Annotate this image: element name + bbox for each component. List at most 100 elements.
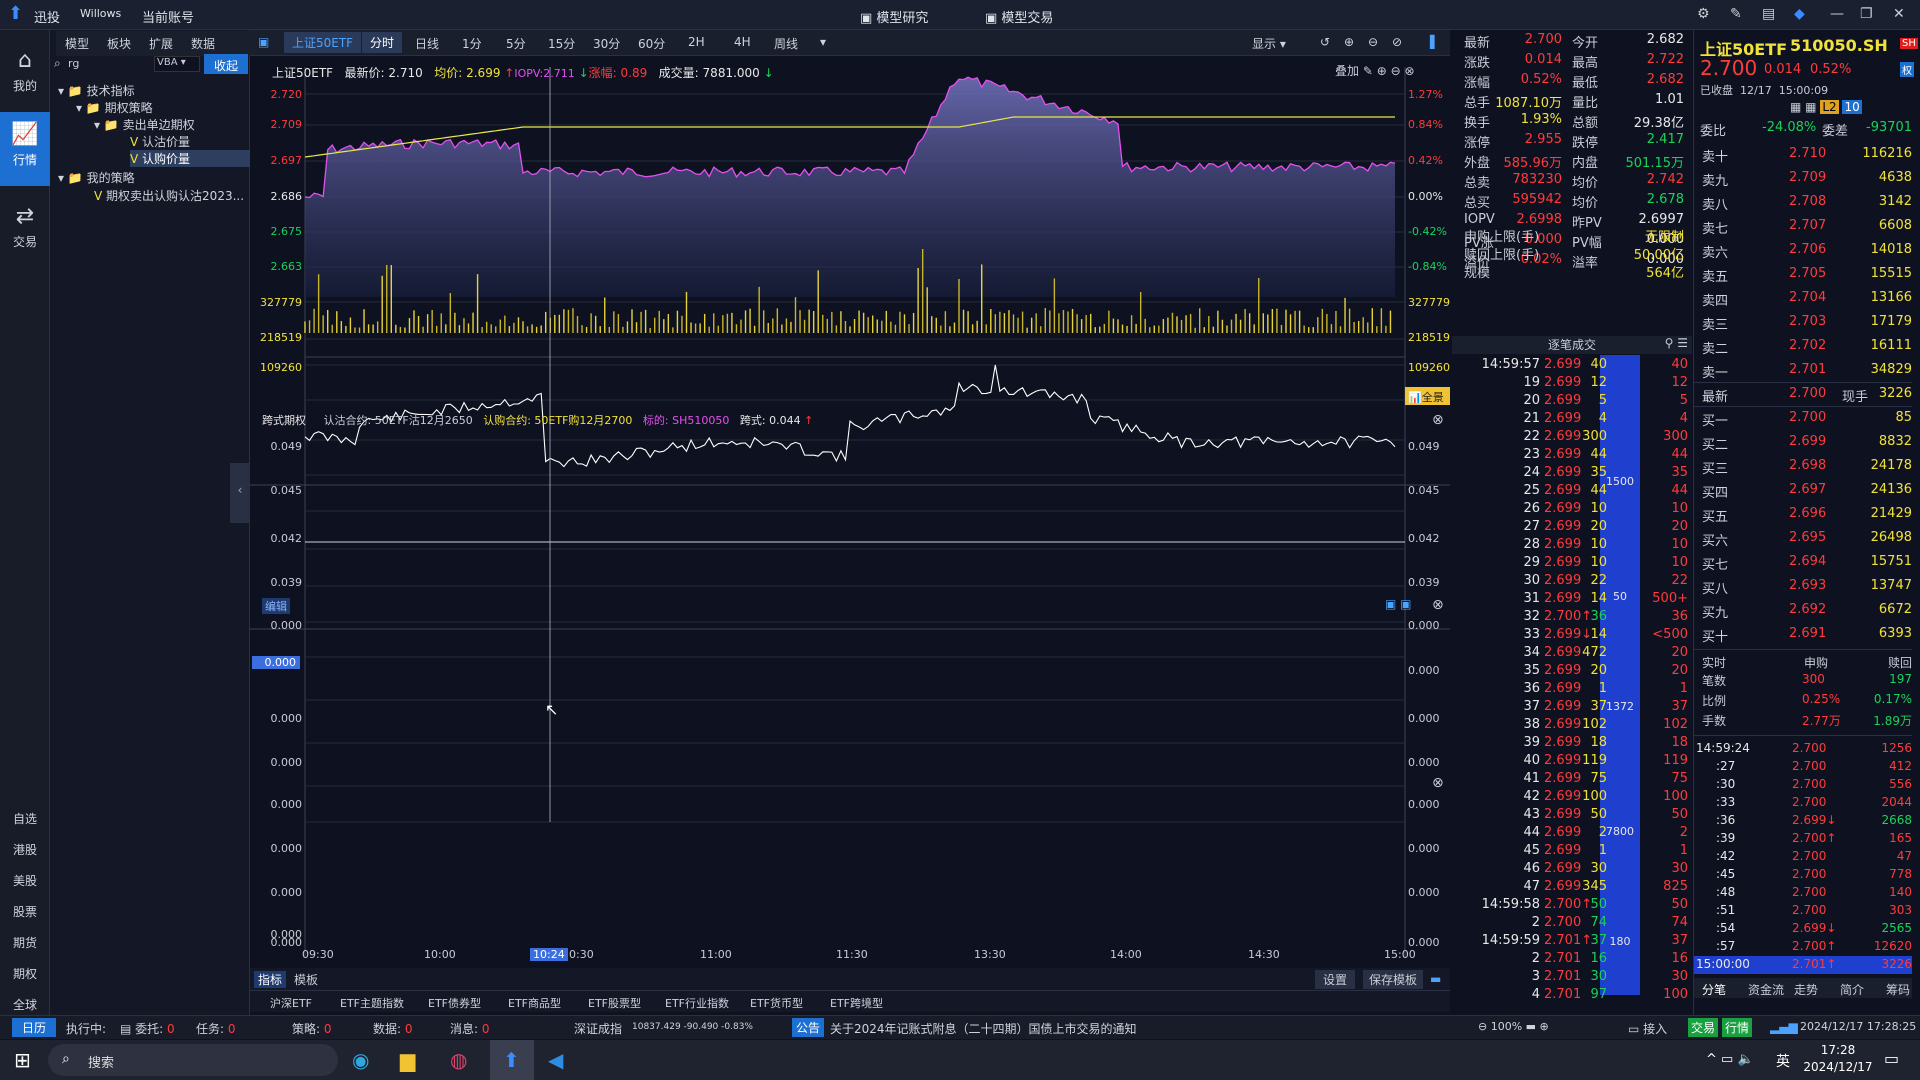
quote-tab[interactable]: 分笔: [1702, 981, 1726, 998]
notice-text[interactable]: 关于2024年记账式附息（二十四期）国债上市交易的通知: [830, 1020, 1137, 1037]
weituo-status[interactable]: ▤ 委托: 0: [120, 1020, 175, 1037]
quote-tools-icon[interactable]: ▦ ▦ L2 10: [1790, 100, 1862, 114]
tab-model-research[interactable]: ▣ 模型研究: [860, 7, 928, 26]
bid-row[interactable]: 买四 2.697 24136: [1694, 478, 1912, 502]
period-2h[interactable]: 2H: [688, 35, 705, 49]
reset-icon[interactable]: ⊘: [1392, 35, 1402, 49]
user-name[interactable]: Willows: [80, 7, 121, 20]
quote-tab[interactable]: 走势: [1794, 981, 1818, 998]
ask-row[interactable]: 卖十 2.710 116216: [1694, 142, 1912, 166]
ask-row[interactable]: 卖六 2.706 14018: [1694, 238, 1912, 262]
ask-row[interactable]: 卖九 2.709 4638: [1694, 166, 1912, 190]
etf-tab[interactable]: ETF跨境型: [830, 995, 883, 1011]
bid-row[interactable]: 买一 2.700 85: [1694, 406, 1912, 430]
folder-icon[interactable]: ▆: [400, 1048, 415, 1072]
collapse-button[interactable]: 收起: [204, 54, 248, 74]
ask-row[interactable]: 卖一 2.701 34829: [1694, 358, 1912, 382]
tray-icons[interactable]: ^ ▭ 🔈: [1706, 1052, 1754, 1067]
bid-row[interactable]: 买七 2.694 15751: [1694, 550, 1912, 574]
ime-indicator[interactable]: 英: [1776, 1051, 1790, 1071]
connect-status[interactable]: ▭ 接入: [1628, 1020, 1667, 1037]
bid-row[interactable]: 买十 2.691 6393: [1694, 622, 1912, 646]
tree-node-my-strategy-1[interactable]: V 期权卖出认购认沽2023...: [94, 187, 244, 204]
period-1m[interactable]: 1分: [462, 35, 482, 52]
quote-tab[interactable]: 资金流: [1748, 981, 1784, 998]
tab-indicator[interactable]: 指标: [254, 971, 287, 988]
panel-tools-icon[interactable]: ▣ ▣: [1385, 597, 1412, 611]
tab-model[interactable]: 模型: [56, 31, 98, 56]
lang-select[interactable]: VBA ▾: [154, 56, 200, 72]
search-input[interactable]: rg: [68, 57, 148, 70]
tree-node-my-strategy[interactable]: ▾ 📁 我的策略: [58, 169, 135, 186]
overlay-button[interactable]: 叠加 ✎ ⊕ ⊖ ⊗: [1335, 62, 1415, 79]
tree-node-option-strategy[interactable]: ▾ 📁 期权策略: [76, 99, 153, 116]
nav-trade[interactable]: ⇄ 交易: [0, 194, 50, 268]
edge-icon[interactable]: ◉: [352, 1048, 369, 1072]
etf-tab[interactable]: ETF债券型: [428, 995, 481, 1011]
filter-icon[interactable]: ⚲ ☰: [1665, 336, 1688, 350]
etf-tab[interactable]: ETF行业指数: [665, 995, 729, 1011]
nav-market[interactable]: 📈 行情: [0, 112, 50, 186]
period-fenshi[interactable]: 分时: [362, 32, 403, 53]
etf-tab[interactable]: ETF商品型: [508, 995, 561, 1011]
collapse-left-icon[interactable]: ‹: [230, 463, 250, 523]
tree-node-call-price[interactable]: V 认购价量: [130, 150, 250, 167]
etf-tab[interactable]: ETF货币型: [750, 995, 803, 1011]
close-panel-icon[interactable]: ⊗: [1432, 412, 1444, 428]
quote-tab[interactable]: 简介: [1840, 981, 1864, 998]
msg-status[interactable]: 消息: 0: [450, 1020, 490, 1037]
save-template-button[interactable]: 保存模板: [1363, 970, 1424, 989]
quote-tab[interactable]: 筹码: [1886, 981, 1910, 998]
close-panel-icon[interactable]: ⊗: [1432, 775, 1444, 791]
ask-row[interactable]: 卖五 2.705 15515: [1694, 262, 1912, 286]
tab-data[interactable]: 数据: [182, 31, 224, 56]
nav-hk[interactable]: 港股: [0, 841, 50, 858]
ask-row[interactable]: 卖七 2.707 6608: [1694, 214, 1912, 238]
bid-row[interactable]: 买三 2.698 24178: [1694, 454, 1912, 478]
tab-sector[interactable]: 板块: [98, 31, 140, 56]
nav-watchlist[interactable]: 自选: [0, 810, 50, 827]
ask-row[interactable]: 卖四 2.704 13166: [1694, 286, 1912, 310]
undo-icon[interactable]: ↺: [1320, 35, 1330, 49]
edit-button[interactable]: 编辑: [262, 598, 290, 614]
nav-stocks[interactable]: 股票: [0, 903, 50, 920]
period-day[interactable]: 日线: [415, 35, 439, 52]
tab-extend[interactable]: 扩展: [140, 31, 182, 56]
bid-row[interactable]: 买二 2.699 8832: [1694, 430, 1912, 454]
task-status[interactable]: 任务: 0: [196, 1020, 236, 1037]
edit-icon[interactable]: ✎: [1730, 6, 1742, 22]
calendar-button[interactable]: 日历: [12, 1018, 57, 1037]
period-4h[interactable]: 4H: [734, 35, 751, 49]
sidebar-toggle-icon[interactable]: ▌: [1430, 35, 1439, 49]
nav-my[interactable]: ⌂ 我的: [0, 38, 50, 112]
data-status[interactable]: 数据: 0: [373, 1020, 413, 1037]
period-week[interactable]: 周线: [774, 35, 798, 52]
etf-tab[interactable]: ETF主题指数: [340, 995, 404, 1011]
index-name[interactable]: 深证成指: [574, 1020, 622, 1037]
tab-model-trade[interactable]: ▣ 模型交易: [985, 7, 1053, 26]
etf-tab[interactable]: 沪深ETF: [270, 995, 312, 1011]
expand-icon[interactable]: ▬: [1430, 972, 1441, 986]
nav-global[interactable]: 全球: [0, 996, 50, 1013]
bid-row[interactable]: 买八 2.693 13747: [1694, 574, 1912, 598]
close-icon[interactable]: ✕: [1893, 6, 1905, 22]
more-periods-icon[interactable]: ▾: [820, 35, 826, 49]
taskbar-date[interactable]: 2024/12/17: [1798, 1060, 1878, 1074]
bid-row[interactable]: 买六 2.695 26498: [1694, 526, 1912, 550]
ask-row[interactable]: 卖八 2.708 3142: [1694, 190, 1912, 214]
nav-us[interactable]: 美股: [0, 872, 50, 889]
fullview-button[interactable]: 📊全景: [1405, 387, 1450, 405]
zoom-out-icon[interactable]: ⊖: [1368, 35, 1378, 49]
settings-icon[interactable]: ⚙: [1697, 6, 1710, 22]
zoom-level[interactable]: ⊖ 100% ▬ ⊕: [1478, 1020, 1549, 1033]
xuntou-taskbar-icon[interactable]: ⬆: [490, 1040, 534, 1080]
bid-row[interactable]: 买九 2.692 6672: [1694, 598, 1912, 622]
tab-template[interactable]: 模板: [294, 971, 318, 988]
tree-node-put-price[interactable]: V 认沽价量: [130, 133, 190, 150]
symbol-tab[interactable]: 上证50ETF: [284, 32, 362, 53]
tree-node-sell-single[interactable]: ▾ 📁 卖出单边期权: [94, 116, 195, 133]
ask-row[interactable]: 卖二 2.702 16111: [1694, 334, 1912, 358]
flag-icon[interactable]: 权: [1900, 62, 1914, 77]
account-menu[interactable]: 当前账号: [142, 7, 194, 26]
taskbar-time[interactable]: 17:28: [1798, 1043, 1878, 1057]
